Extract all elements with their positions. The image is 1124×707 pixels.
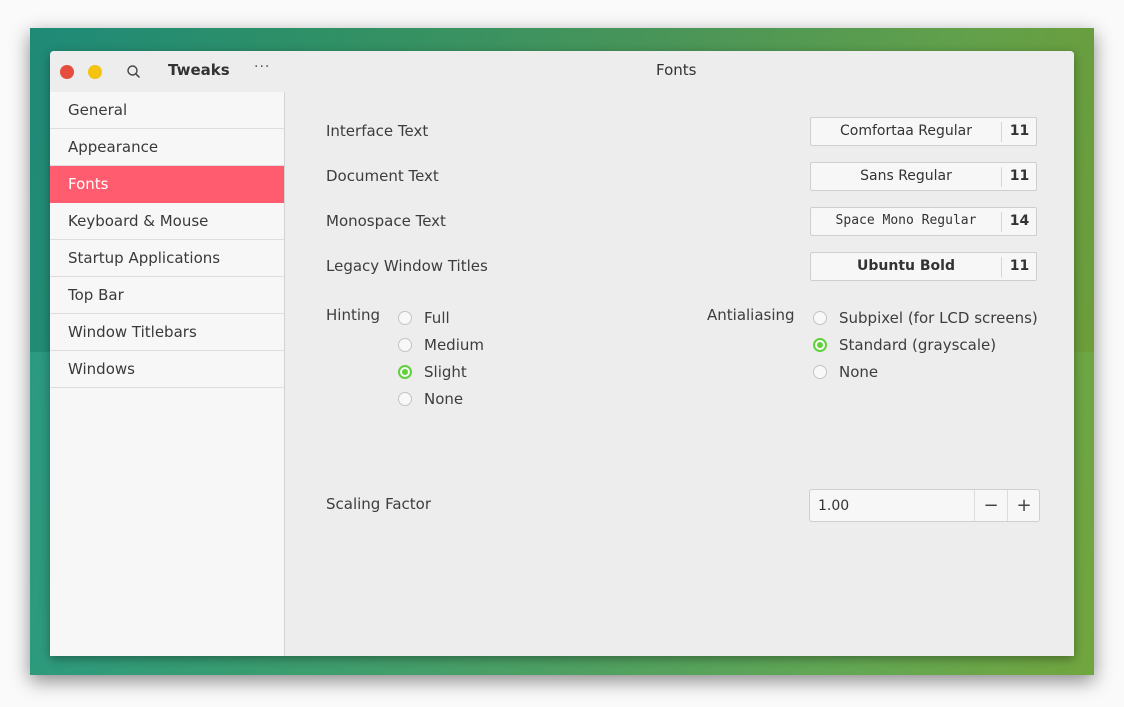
- decrement-button[interactable]: −: [974, 490, 1007, 521]
- legacy-titles-font-name: Ubuntu Bold: [857, 258, 955, 274]
- antialiasing-label: Antialiasing: [707, 306, 795, 324]
- option-label: None: [839, 363, 879, 381]
- monospace-font-size: 14: [1009, 213, 1030, 229]
- interface-font-size: 11: [1009, 123, 1030, 139]
- search-icon: [127, 65, 141, 79]
- scaling-factor-spinner: − +: [809, 489, 1040, 522]
- hinting-option-medium[interactable]: Medium: [398, 335, 484, 355]
- legacy-titles-font-button[interactable]: Ubuntu Bold 11: [810, 252, 1037, 281]
- document-font-size: 11: [1009, 168, 1030, 184]
- increment-button[interactable]: +: [1007, 490, 1040, 521]
- monospace-text-label: Monospace Text: [326, 212, 446, 230]
- legacy-titles-font-size: 11: [1009, 258, 1030, 274]
- monospace-font-button[interactable]: Space Mono Regular 14: [810, 207, 1037, 236]
- app-title: Tweaks: [168, 61, 230, 79]
- sidebar-item-window-titlebars[interactable]: Window Titlebars: [50, 314, 284, 351]
- sidebar-item-startup-applications[interactable]: Startup Applications: [50, 240, 284, 277]
- radio-button[interactable]: [813, 311, 827, 325]
- fonts-panel: Interface Text Comfortaa Regular 11 Docu…: [285, 92, 1074, 656]
- sidebar-item-general[interactable]: General: [50, 92, 284, 129]
- scaling-factor-label: Scaling Factor: [326, 495, 432, 513]
- tweaks-window: Tweaks ··· Fonts General Appearance Font…: [50, 51, 1074, 656]
- hinting-option-full[interactable]: Full: [398, 308, 450, 328]
- antialiasing-option-subpixel[interactable]: Subpixel (for LCD screens): [813, 308, 1038, 328]
- radio-button[interactable]: [398, 338, 412, 352]
- close-button[interactable]: [60, 65, 74, 79]
- monospace-font-name: Space Mono Regular: [835, 213, 977, 228]
- document-font-button[interactable]: Sans Regular 11: [810, 162, 1037, 191]
- radio-button[interactable]: [398, 392, 412, 406]
- interface-font-button[interactable]: Comfortaa Regular 11: [810, 117, 1037, 146]
- sidebar: General Appearance Fonts Keyboard & Mous…: [50, 92, 285, 656]
- hinting-label: Hinting: [326, 306, 381, 324]
- antialiasing-option-none[interactable]: None: [813, 362, 878, 382]
- document-text-label: Document Text: [326, 167, 439, 185]
- option-label: Full: [424, 309, 450, 327]
- more-menu-button[interactable]: ···: [254, 59, 270, 75]
- antialiasing-option-standard[interactable]: Standard (grayscale): [813, 335, 996, 355]
- option-label: Standard (grayscale): [839, 336, 997, 354]
- option-label: Subpixel (for LCD screens): [839, 309, 1038, 327]
- sidebar-item-keyboard-mouse[interactable]: Keyboard & Mouse: [50, 203, 284, 240]
- interface-font-name: Comfortaa Regular: [839, 123, 973, 139]
- hinting-option-none[interactable]: None: [398, 389, 463, 409]
- sidebar-item-windows[interactable]: Windows: [50, 351, 284, 388]
- radio-button[interactable]: [398, 311, 412, 325]
- radio-button-checked[interactable]: [813, 338, 827, 352]
- sidebar-item-top-bar[interactable]: Top Bar: [50, 277, 284, 314]
- radio-button-checked[interactable]: [398, 365, 412, 379]
- search-button[interactable]: [124, 62, 144, 82]
- page-title: Fonts: [656, 61, 697, 79]
- interface-text-label: Interface Text: [326, 122, 429, 140]
- option-label: Slight: [424, 363, 467, 381]
- option-label: Medium: [424, 336, 484, 354]
- document-font-name: Sans Regular: [860, 168, 952, 184]
- sidebar-item-fonts[interactable]: Fonts: [50, 166, 284, 203]
- header-bar: Tweaks ··· Fonts: [50, 51, 1074, 92]
- minimize-button[interactable]: [88, 65, 102, 79]
- hinting-option-slight[interactable]: Slight: [398, 362, 467, 382]
- legacy-window-titles-label: Legacy Window Titles: [326, 257, 488, 275]
- scaling-factor-input[interactable]: [810, 490, 974, 521]
- radio-button[interactable]: [813, 365, 827, 379]
- option-label: None: [424, 390, 464, 408]
- sidebar-item-appearance[interactable]: Appearance: [50, 129, 284, 166]
